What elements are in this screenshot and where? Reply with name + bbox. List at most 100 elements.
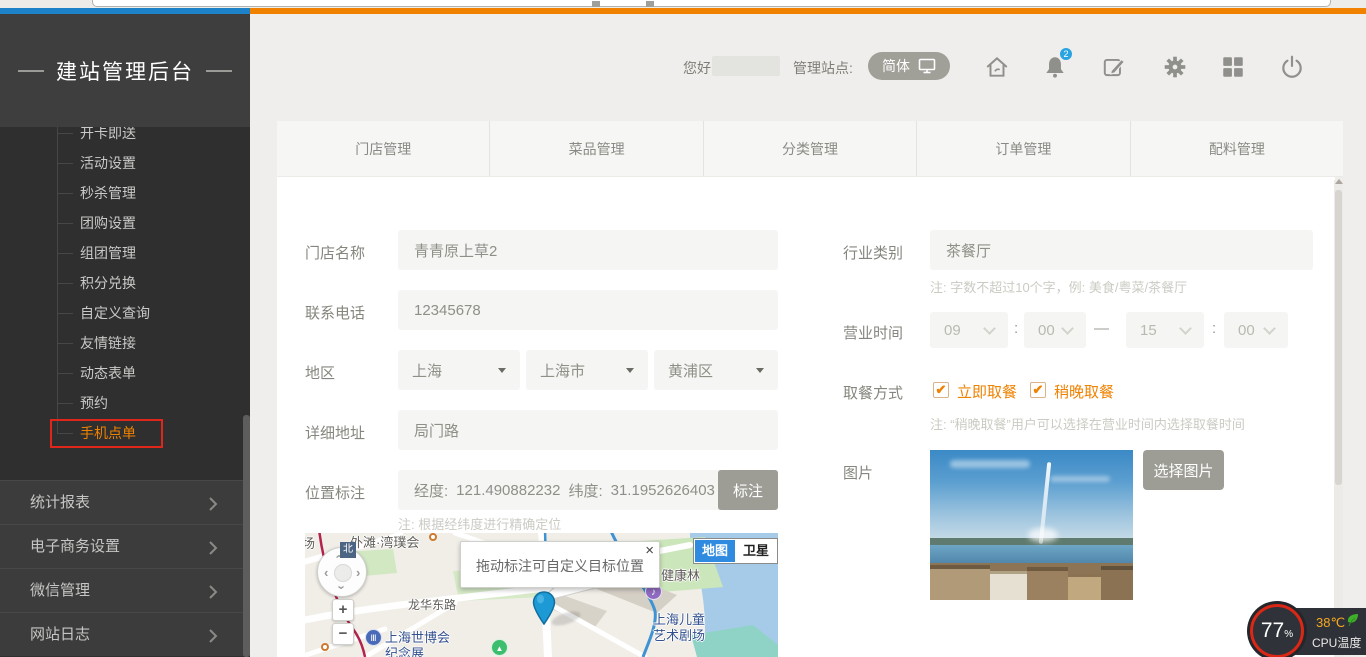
- sidebar-item-huodong[interactable]: 活动设置: [0, 148, 250, 178]
- sidebar-sections: 统计报表 电子商务设置 微信管理 网站日志: [0, 480, 250, 656]
- longitude-label: 经度:: [414, 480, 448, 501]
- sidebar-item-yuyue[interactable]: 预约: [0, 388, 250, 418]
- province-select[interactable]: 上海: [398, 350, 520, 390]
- chevron-down-icon: [1061, 322, 1074, 335]
- photo-building: [1101, 566, 1133, 600]
- gear-icon[interactable]: [1162, 54, 1188, 80]
- map-type-satellite-button[interactable]: 卫星: [736, 540, 776, 562]
- sidebar-section-stats[interactable]: 统计报表: [0, 480, 250, 524]
- pickup-now-checkbox[interactable]: ✔: [933, 382, 949, 398]
- start-minute-value: 00: [1038, 322, 1055, 339]
- home-icon[interactable]: [984, 54, 1010, 80]
- edit-icon[interactable]: [1101, 54, 1127, 80]
- sidebar-item-jifen[interactable]: 积分兑换: [0, 268, 250, 298]
- chevron-right-icon: [208, 584, 218, 600]
- sidebar-item-youqing[interactable]: 友情链接: [0, 328, 250, 358]
- map-type-map-button[interactable]: 地图: [695, 540, 735, 562]
- start-hour-value: 09: [944, 322, 961, 339]
- usage-percent: 77: [1261, 619, 1284, 642]
- address-input[interactable]: [398, 410, 778, 450]
- active-item-highlight-box: [50, 419, 163, 448]
- start-minute-select[interactable]: 00: [1024, 312, 1086, 348]
- store-name-label: 门店名称: [305, 242, 365, 263]
- tab-ingredient-management[interactable]: 配料管理: [1131, 121, 1343, 176]
- map-label-road: 龙华东路: [408, 596, 456, 613]
- close-icon[interactable]: ×: [645, 542, 654, 559]
- pickup-note: 注: “稍晚取餐”用户可以选择在营业时间内选择取餐时间: [930, 414, 1245, 433]
- sidebar-item-dongtai[interactable]: 动态表单: [0, 358, 250, 388]
- map-pan-control[interactable]: ‹ ‹ ‹ › 北: [317, 547, 367, 597]
- map-label-park: 健康林: [661, 565, 700, 584]
- tab-category-management[interactable]: 分类管理: [704, 121, 917, 176]
- park-icon[interactable]: ▲: [491, 639, 508, 656]
- store-name-input[interactable]: [398, 230, 778, 270]
- phone-label: 联系电话: [305, 302, 365, 323]
- sidebar-section-logs[interactable]: 网站日志: [0, 612, 250, 656]
- leaf-icon: [1346, 613, 1359, 627]
- industry-input[interactable]: [930, 230, 1313, 270]
- pan-left-icon[interactable]: ‹: [324, 565, 328, 580]
- chevron-down-icon: [983, 322, 996, 335]
- scroll-up-arrow-icon[interactable]: [1335, 179, 1343, 184]
- map-pin[interactable]: [532, 591, 556, 625]
- end-minute-value: 00: [1238, 322, 1255, 339]
- time-range-dash: —: [1094, 320, 1109, 337]
- pickup-later-label[interactable]: 稍晚取餐: [1054, 381, 1114, 402]
- admin-backend-screen: 建站管理后台 开卡即送 活动设置 秒杀管理 团购设置 组团管理 积分兑换 自定义…: [0, 0, 1366, 657]
- dropdown-arrow-icon: [756, 368, 764, 373]
- sidebar-item-miaosha[interactable]: 秒杀管理: [0, 178, 250, 208]
- mark-location-button[interactable]: 标注: [718, 470, 778, 510]
- pickup-later-checkbox[interactable]: ✔: [1030, 382, 1046, 398]
- sidebar-item-zidingyi[interactable]: 自定义查询: [0, 298, 250, 328]
- pan-right-icon[interactable]: ›: [356, 565, 360, 580]
- power-icon[interactable]: [1279, 54, 1305, 80]
- map-zoom-out-button[interactable]: −: [332, 623, 354, 645]
- district-value: 黄浦区: [668, 360, 713, 381]
- grid-icon[interactable]: [1220, 54, 1246, 80]
- tab-dish-management[interactable]: 菜品管理: [490, 121, 703, 176]
- sidebar-scrollbar-thumb[interactable]: [243, 415, 250, 657]
- pan-down-icon[interactable]: ‹: [333, 585, 348, 589]
- city-value: 上海市: [540, 360, 585, 381]
- time-colon: :: [1014, 320, 1018, 337]
- sidebar-item-zutuan[interactable]: 组团管理: [0, 238, 250, 268]
- chevron-down-icon: [1179, 322, 1192, 335]
- map-widget[interactable]: 外滩·湾璞会 龙华东路 健康林 上海儿童 艺术剧场 上海世博会 纪念展 场 ♪ …: [305, 533, 778, 657]
- pan-hub[interactable]: [334, 564, 352, 582]
- sidebar-section-wechat[interactable]: 微信管理: [0, 568, 250, 612]
- app-title: 建站管理后台: [18, 56, 232, 86]
- sidebar-item-tuangou[interactable]: 团购设置: [0, 208, 250, 238]
- sidebar-section-ecommerce[interactable]: 电子商务设置: [0, 524, 250, 568]
- city-select[interactable]: 上海市: [526, 350, 648, 390]
- language-pill[interactable]: 简体: [868, 52, 950, 80]
- start-hour-select[interactable]: 09: [930, 312, 1008, 348]
- section-label: 网站日志: [30, 626, 90, 643]
- phone-input[interactable]: [398, 290, 778, 330]
- cpu-temperature-value: 38℃: [1316, 615, 1345, 631]
- browser-address-bar[interactable]: [92, 0, 1331, 7]
- map-info-bubble: 拖动标注可自定义目标位置 ×: [460, 541, 660, 588]
- choose-image-button[interactable]: 选择图片: [1143, 450, 1224, 490]
- latitude-label: 纬度:: [568, 480, 602, 501]
- photo-building: [1068, 574, 1101, 600]
- district-select[interactable]: 黄浦区: [654, 350, 778, 390]
- end-hour-select[interactable]: 15: [1126, 312, 1204, 348]
- dropdown-arrow-icon: [626, 368, 634, 373]
- map-zoom-in-button[interactable]: +: [332, 599, 354, 621]
- tab-order-management[interactable]: 订单管理: [917, 121, 1130, 176]
- tab-store-management[interactable]: 门店管理: [277, 121, 490, 176]
- latitude-value: 31.1952626403: [611, 482, 715, 499]
- content-scrollbar-thumb[interactable]: [1335, 190, 1342, 485]
- north-badge: 北: [340, 542, 356, 558]
- memory-usage-gauge[interactable]: 77%: [1250, 604, 1304, 657]
- tab-bar: 门店管理 菜品管理 分类管理 订单管理 配料管理: [277, 121, 1343, 177]
- browser-edge-strip: [0, 0, 1366, 8]
- pickup-now-label[interactable]: 立即取餐: [957, 381, 1017, 402]
- end-minute-select[interactable]: 00: [1224, 312, 1288, 348]
- photo-cloud: [950, 460, 1030, 468]
- chevron-right-icon: [208, 496, 218, 512]
- image-label: 图片: [843, 462, 873, 483]
- location-note: 注: 根据经纬度进行精确定位: [398, 514, 561, 533]
- dropdown-arrow-icon: [498, 368, 506, 373]
- museum-icon[interactable]: Ⅲ: [365, 629, 382, 646]
